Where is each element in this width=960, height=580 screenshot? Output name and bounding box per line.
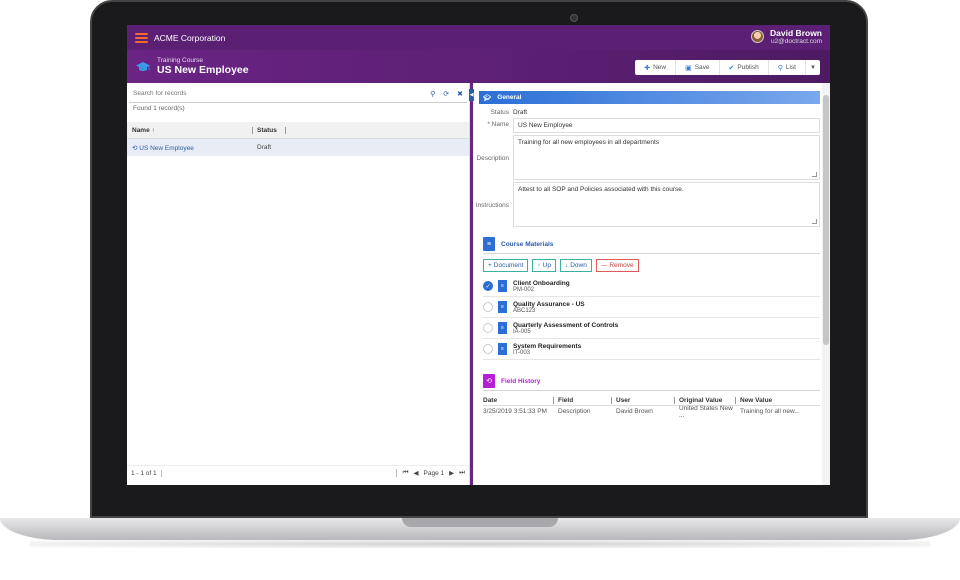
pager-count: 1 - 1 of 1: [131, 469, 162, 477]
name-label: * Name: [487, 121, 509, 128]
instructions-field[interactable]: Attest to all SOP and Policies associate…: [513, 182, 820, 227]
avatar: [751, 30, 765, 43]
column-header-name[interactable]: Name ↑: [127, 127, 252, 134]
document-icon: ≡: [498, 322, 507, 334]
general-section-header[interactable]: 🎓︎ General: [479, 91, 820, 104]
add-document-button[interactable]: + Document: [483, 259, 529, 272]
document-icon: ≡: [483, 237, 495, 251]
list-item[interactable]: ≡ System Requirements IT-003: [483, 339, 820, 360]
record-status: Draft: [257, 144, 272, 151]
move-down-button[interactable]: ↓ Down: [559, 259, 592, 272]
search-icon: ⚲: [777, 64, 783, 72]
top-bar: ACME Corporation David Brown u2@doctract…: [127, 25, 830, 50]
refresh-icon[interactable]: ⟳: [443, 90, 449, 98]
camera-icon: [570, 14, 578, 22]
description-field[interactable]: Training for all new employees in all de…: [513, 135, 820, 180]
list-item[interactable]: ≡ Quarterly Assessment of Controls IA-00…: [483, 318, 820, 339]
history-grid-header: Date Field User Original Value New Value: [483, 395, 820, 406]
table-row[interactable]: 3/25/2019 3:51:33 PM Description David B…: [483, 405, 820, 419]
arrow-up-icon: ↑: [537, 262, 541, 269]
select-checkbox[interactable]: [483, 302, 493, 312]
plus-icon: +: [488, 262, 492, 269]
record-toolbar: ✚ New ▣ Save ✔ Publish ⚲ List ▼: [635, 60, 820, 75]
field-history-title: Field History: [501, 377, 541, 385]
course-materials-header: ≡ Course Materials: [483, 237, 820, 254]
document-icon: ≡: [498, 343, 507, 355]
toolbar-more-caret[interactable]: ▼: [806, 60, 820, 75]
status-label: Status: [490, 109, 509, 116]
search-bar: ⚲ ⟳ ✖: [129, 85, 467, 103]
name-field[interactable]: US New Employee: [513, 118, 820, 133]
column-header-date[interactable]: Date: [483, 397, 553, 404]
page-indicator: Page 1: [423, 469, 445, 477]
document-icon: ≡: [498, 280, 507, 292]
record-type: Training Course: [157, 57, 204, 64]
page-title: US New Employee: [157, 64, 249, 76]
table-row[interactable]: ⟲ US New Employee Draft: [127, 139, 469, 156]
column-header-new-value[interactable]: New Value: [735, 396, 805, 404]
grid-header: Name ↑ Status: [127, 122, 469, 139]
next-page-icon[interactable]: ▶: [449, 469, 454, 477]
graduation-cap-icon: 🎓︎: [483, 94, 492, 102]
select-checkbox[interactable]: [483, 323, 493, 333]
column-header-field[interactable]: Field: [553, 396, 611, 404]
materials-list: ✓ ≡ Client Onboarding PM-002 ≡ Quality A…: [483, 276, 820, 360]
pin-icon[interactable]: ✖: [457, 90, 463, 98]
remove-button[interactable]: — Remove: [595, 259, 639, 272]
new-button[interactable]: ✚ New: [635, 60, 677, 75]
list-button[interactable]: ⚲ List: [769, 60, 806, 75]
laptop-notch: [402, 518, 558, 527]
document-icon: ≡: [498, 301, 507, 313]
status-value: Draft: [513, 109, 528, 116]
first-page-icon[interactable]: ⏮: [403, 469, 409, 477]
history-icon: ⟲: [483, 374, 495, 388]
plus-icon: ✚: [644, 64, 651, 72]
scrollbar-thumb[interactable]: [823, 95, 829, 345]
instructions-label: Instructions: [475, 202, 509, 209]
title-bar: Training Course US New Employee ✚ New ▣ Sa…: [127, 50, 830, 83]
column-header-user[interactable]: User: [611, 396, 674, 404]
list-item[interactable]: ≡ Quality Assurance - US ABC123: [483, 297, 820, 318]
search-input[interactable]: [133, 90, 423, 97]
list-item[interactable]: ✓ ≡ Client Onboarding PM-002: [483, 276, 820, 297]
select-checkbox[interactable]: [483, 344, 493, 354]
arrow-down-icon: ↓: [564, 262, 569, 269]
menu-icon[interactable]: [135, 32, 148, 43]
search-icon[interactable]: ⚲: [430, 90, 435, 98]
user-email: u2@doctract.com: [770, 38, 822, 45]
selected-checkbox[interactable]: ✓: [483, 281, 493, 291]
history-icon: ⟲: [132, 144, 138, 152]
minus-icon: —: [600, 262, 608, 269]
column-header-status[interactable]: Status: [252, 126, 286, 134]
description-label: Description: [476, 155, 509, 162]
records-list-pane: ⚲ ⟳ ✖ Found 1 record(s) Name ↑ Status ⟲ …: [127, 83, 470, 485]
move-up-button[interactable]: ↑ Up: [532, 259, 556, 272]
save-button[interactable]: ▣ Save: [676, 60, 720, 75]
pager: 1 - 1 of 1 ⏮ ◀ Page 1 ▶ ⏭: [127, 465, 469, 480]
prev-page-icon[interactable]: ◀: [414, 469, 419, 477]
checkmark-icon: ✔: [728, 64, 735, 72]
floppy-disk-icon: ▣: [685, 64, 692, 72]
record-count: Found 1 record(s): [133, 105, 185, 112]
app-screen: ACME Corporation David Brown u2@doctract…: [127, 25, 830, 485]
company-name: ACME Corporation: [154, 32, 226, 43]
laptop-shadow: [30, 540, 930, 548]
user-menu[interactable]: David Brown u2@doctract.com: [751, 28, 822, 45]
last-page-icon[interactable]: ⏭: [459, 469, 465, 477]
graduation-cap-icon: [136, 61, 150, 71]
record-detail-pane: 🎓︎ General Status Draft * Name US New Em…: [473, 83, 830, 485]
course-materials-title: Course Materials: [501, 240, 554, 248]
chevron-down-icon: ▼: [810, 64, 816, 71]
scrollbar[interactable]: [822, 83, 830, 485]
column-header-original-value[interactable]: Original Value: [674, 396, 735, 404]
field-history-header: ⟲ Field History: [483, 374, 820, 391]
materials-actions: + Document ↑ Up ↓ Down — Remove: [483, 259, 820, 272]
publish-button[interactable]: ✔ Publish: [720, 60, 769, 75]
record-name-link[interactable]: US New Employee: [139, 145, 194, 152]
user-name: David Brown: [770, 28, 822, 38]
